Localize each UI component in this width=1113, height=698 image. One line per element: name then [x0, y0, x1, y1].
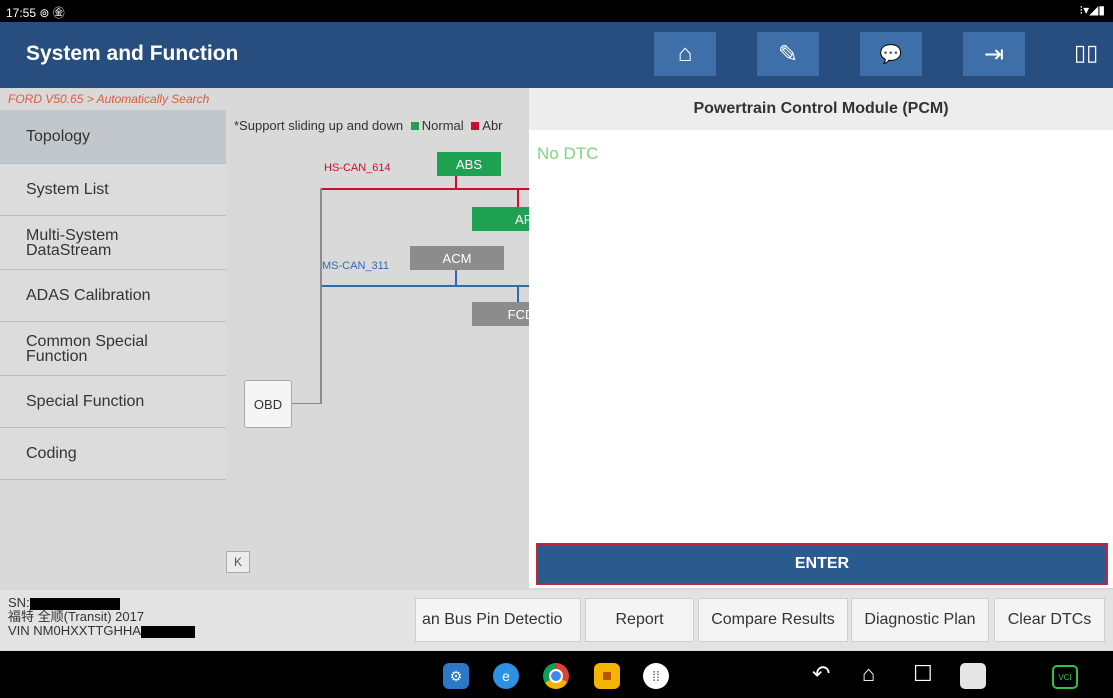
feedback-button[interactable]: 💬: [860, 32, 922, 76]
ms-can-label: MS-CAN_311: [322, 260, 390, 272]
footer-bar: SN: 福特 全顺(Transit) 2017 VIN NM0HXXTTGHHA…: [0, 590, 1113, 650]
topology-view[interactable]: *Support sliding up and down Normal Abr …: [226, 110, 530, 590]
module-title: Powertrain Control Module (PCM): [529, 88, 1113, 130]
topology-note: *Support sliding up and down Normal Abr: [234, 118, 503, 133]
topology-trunk: [320, 188, 322, 404]
sidebar-item-multi-system-datastream[interactable]: Multi-System DataStream: [0, 216, 226, 270]
home-icon: ⌂: [677, 40, 693, 67]
fcd-connector: [517, 285, 519, 303]
node-fcdim[interactable]: FCDI: [472, 302, 530, 326]
can-bus-pin-detection-button[interactable]: an Bus Pin Detectio: [415, 598, 581, 642]
chat-icon: 💬: [879, 43, 903, 64]
legend-abnormal-swatch: [471, 122, 480, 130]
vin-redaction: [140, 625, 195, 638]
sidebar-item-coding[interactable]: Coding: [0, 428, 226, 480]
sidebar-item-label: System List: [26, 181, 109, 198]
module-panel: Powertrain Control Module (PCM) No DTC: [529, 88, 1113, 588]
sn-redaction: [29, 597, 120, 610]
report-button[interactable]: Report: [585, 598, 694, 642]
acm-connector: [455, 270, 457, 285]
status-indicators: ⁝▾◢▮: [1079, 3, 1105, 17]
clear-dtcs-button[interactable]: Clear DTCs: [994, 598, 1105, 642]
obd-connector: [290, 403, 322, 404]
home-nav-icon[interactable]: ⌂: [862, 661, 875, 687]
diagnostic-plan-button[interactable]: Diagnostic Plan: [851, 598, 989, 642]
apps-drawer-icon[interactable]: ⁞⁞: [643, 663, 669, 689]
collapse-button[interactable]: K: [226, 551, 250, 573]
easydiag-app-icon[interactable]: e: [493, 663, 519, 689]
sidebar-item-label: Topology: [26, 128, 91, 145]
compare-results-button[interactable]: Compare Results: [698, 598, 848, 642]
split-view-button[interactable]: ▯▯: [1074, 40, 1098, 66]
abs-connector: [455, 176, 457, 188]
hs-can-label: HS-CAN_614: [324, 162, 391, 174]
exit-icon: ⇥: [983, 40, 1005, 68]
edit-icon: ✎: [777, 40, 799, 68]
sidebar-item-topology[interactable]: Topology: [0, 110, 226, 164]
breadcrumb: FORD V50.65 > Automatically Search: [8, 92, 210, 106]
sidebar-item-label: ADAS Calibration: [26, 287, 151, 304]
api-connector: [517, 188, 519, 208]
settings-app-icon[interactable]: ⚙: [443, 663, 469, 689]
exit-button[interactable]: ⇥: [963, 32, 1025, 76]
dtc-status: No DTC: [537, 144, 599, 163]
back-icon[interactable]: ↶: [812, 661, 830, 687]
status-time: 17:55 ⊚ ㊎: [6, 6, 65, 20]
split-view-icon: ▯▯: [1074, 40, 1099, 65]
vehicle-vin: VIN NM0HXXTTGHHA: [8, 623, 141, 638]
sidebar-item-label: Multi-System DataStream: [26, 226, 119, 259]
sidebar-item-common-special-function[interactable]: Common Special Function: [0, 322, 226, 376]
sidebar: Topology System List Multi-System DataSt…: [0, 110, 226, 480]
legend-normal-label: Normal: [421, 118, 464, 133]
node-acm[interactable]: ACM: [410, 246, 504, 270]
sidebar-item-label: Common Special Function: [26, 332, 148, 365]
topology-note-text: *Support sliding up and down: [234, 118, 404, 133]
hs-can-bus: [320, 188, 530, 190]
android-nav-bar: ⚙ e ⁞⁞ ↶ ⌂ ☐ VCI: [0, 651, 1113, 698]
node-abs[interactable]: ABS: [437, 152, 501, 176]
vehicle-info: SN: 福特 全顺(Transit) 2017 VIN NM0HXXTTGHHA: [8, 596, 195, 638]
home-button[interactable]: ⌂: [654, 32, 716, 76]
sn-label: SN:: [8, 595, 30, 610]
app-header: System and Function ⌂ ✎ 💬 ⇥ ▯▯: [0, 22, 1113, 88]
vehicle-model: 福特 全顺(Transit) 2017: [8, 609, 145, 624]
sidebar-item-adas-calibration[interactable]: ADAS Calibration: [0, 270, 226, 322]
sidebar-item-label: Coding: [26, 445, 77, 462]
chrome-app-icon[interactable]: [543, 663, 569, 689]
sidebar-item-label: Special Function: [26, 393, 145, 410]
recent-apps-icon[interactable]: ☐: [913, 661, 933, 687]
gallery-icon[interactable]: [960, 663, 986, 689]
node-apim[interactable]: API: [472, 207, 530, 231]
page-title: System and Function: [26, 42, 239, 65]
launcher-app-icon[interactable]: [594, 663, 620, 689]
node-obd[interactable]: OBD: [244, 380, 292, 428]
sidebar-item-special-function[interactable]: Special Function: [0, 376, 226, 428]
status-bar: 17:55 ⊚ ㊎ ⁝▾◢▮: [0, 0, 1113, 22]
sidebar-item-system-list[interactable]: System List: [0, 164, 226, 216]
ms-can-bus: [320, 285, 530, 287]
legend-normal-swatch: [410, 122, 419, 130]
enter-button[interactable]: ENTER: [536, 543, 1108, 585]
legend-abnormal-label: Abr: [482, 118, 503, 133]
edit-button[interactable]: ✎: [757, 32, 819, 76]
vci-icon[interactable]: VCI: [1052, 665, 1078, 689]
